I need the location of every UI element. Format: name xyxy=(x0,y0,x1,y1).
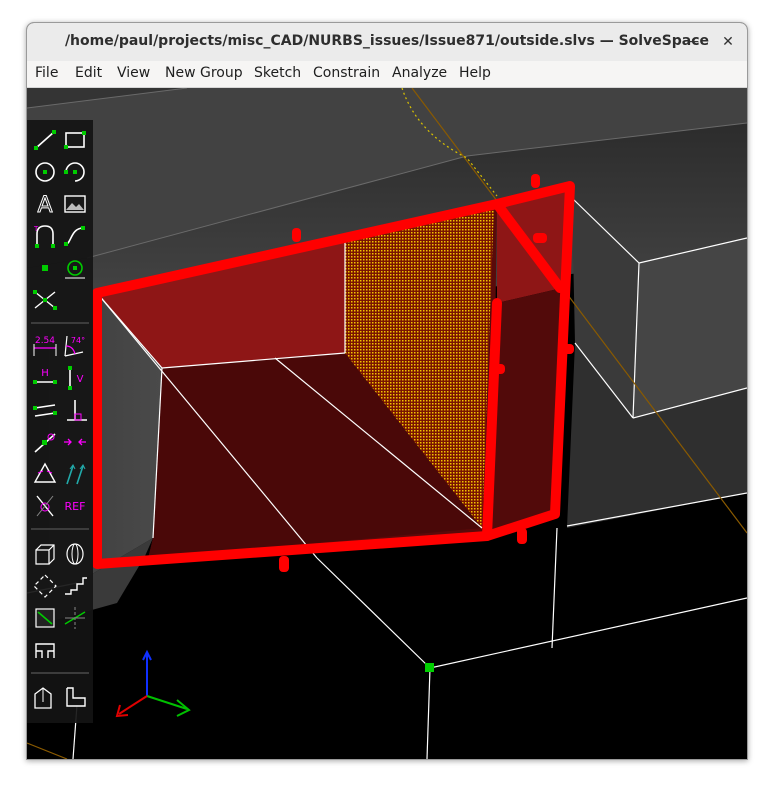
text-icon[interactable]: A xyxy=(31,190,59,219)
line-segment-icon[interactable] xyxy=(31,126,59,154)
menu-help[interactable]: Help xyxy=(459,65,491,81)
circle-icon[interactable] xyxy=(31,158,59,186)
image-icon[interactable] xyxy=(61,190,89,218)
tangent-arc-icon[interactable]: T xyxy=(31,222,59,250)
menu-sketch[interactable]: Sketch xyxy=(254,65,301,81)
menu-analyze[interactable]: Analyze xyxy=(392,65,447,81)
perpendicular-icon[interactable] xyxy=(61,396,89,424)
menu-new-group[interactable]: New Group xyxy=(165,65,243,81)
toolbar-separator xyxy=(31,672,89,674)
extrude-icon[interactable] xyxy=(31,540,59,568)
angle-text: 74° xyxy=(71,336,85,345)
arc-icon[interactable] xyxy=(61,158,89,186)
minimize-button[interactable]: − xyxy=(683,31,705,53)
reference-icon[interactable]: REF xyxy=(61,492,89,520)
construction-icon[interactable] xyxy=(31,492,59,520)
window-title: /home/paul/projects/misc_CAD/NURBS_issue… xyxy=(64,33,710,49)
equal-icon[interactable] xyxy=(31,460,59,488)
solvespace-window: /home/paul/projects/misc_CAD/NURBS_issue… xyxy=(26,22,748,760)
menu-file[interactable]: File xyxy=(35,65,58,81)
datum-point-icon[interactable] xyxy=(31,254,59,282)
toolbar-separator xyxy=(31,322,89,324)
vertical-icon[interactable]: V xyxy=(61,364,89,392)
step-rotate-icon[interactable] xyxy=(61,684,89,712)
cubic-spline-icon[interactable] xyxy=(61,222,89,250)
rectangle-icon[interactable] xyxy=(61,126,89,154)
same-orientation-icon[interactable] xyxy=(61,460,89,488)
angle-dimension-icon[interactable]: 74° xyxy=(61,332,89,360)
split-curves-icon[interactable] xyxy=(31,286,59,314)
menu-constrain[interactable]: Constrain xyxy=(313,65,380,81)
menu-edit[interactable]: Edit xyxy=(75,65,102,81)
title-bar[interactable]: /home/paul/projects/misc_CAD/NURBS_issue… xyxy=(27,23,747,62)
linked-icon[interactable] xyxy=(31,604,59,632)
distance-dimension-icon[interactable]: 2.54 xyxy=(31,332,59,360)
model-canvas[interactable] xyxy=(27,87,747,759)
section-icon[interactable] xyxy=(61,604,89,632)
workplane-group-icon[interactable] xyxy=(31,636,59,664)
right-block-side xyxy=(633,238,747,418)
dimension-text: 2.54 xyxy=(35,336,55,346)
horizontal-text: H xyxy=(41,368,49,379)
point-on-icon[interactable] xyxy=(31,428,59,456)
step-translate-icon[interactable] xyxy=(31,684,59,712)
close-button[interactable]: ✕ xyxy=(717,31,739,53)
svg-text:T: T xyxy=(33,225,39,233)
revolve-icon[interactable] xyxy=(61,540,89,568)
lathe-icon[interactable] xyxy=(31,572,59,600)
helix-icon[interactable] xyxy=(61,572,89,600)
menu-view[interactable]: View xyxy=(117,65,150,81)
tool-palette: A T 2.54 74° H V REF xyxy=(27,120,93,723)
toolbar-separator xyxy=(31,528,89,530)
menu-bar: File Edit View New Group Sketch Constrai… xyxy=(27,61,747,88)
text-tool-glyph: A xyxy=(37,193,52,218)
datum-point[interactable] xyxy=(425,663,434,672)
reference-text: REF xyxy=(65,500,86,513)
vertical-text: V xyxy=(77,374,84,385)
symmetric-icon[interactable] xyxy=(61,428,89,456)
horizontal-icon[interactable]: H xyxy=(31,364,59,392)
workplane-icon[interactable] xyxy=(61,254,89,282)
model-viewport[interactable]: A T 2.54 74° H V REF xyxy=(27,87,747,759)
parallel-icon[interactable] xyxy=(31,396,59,424)
